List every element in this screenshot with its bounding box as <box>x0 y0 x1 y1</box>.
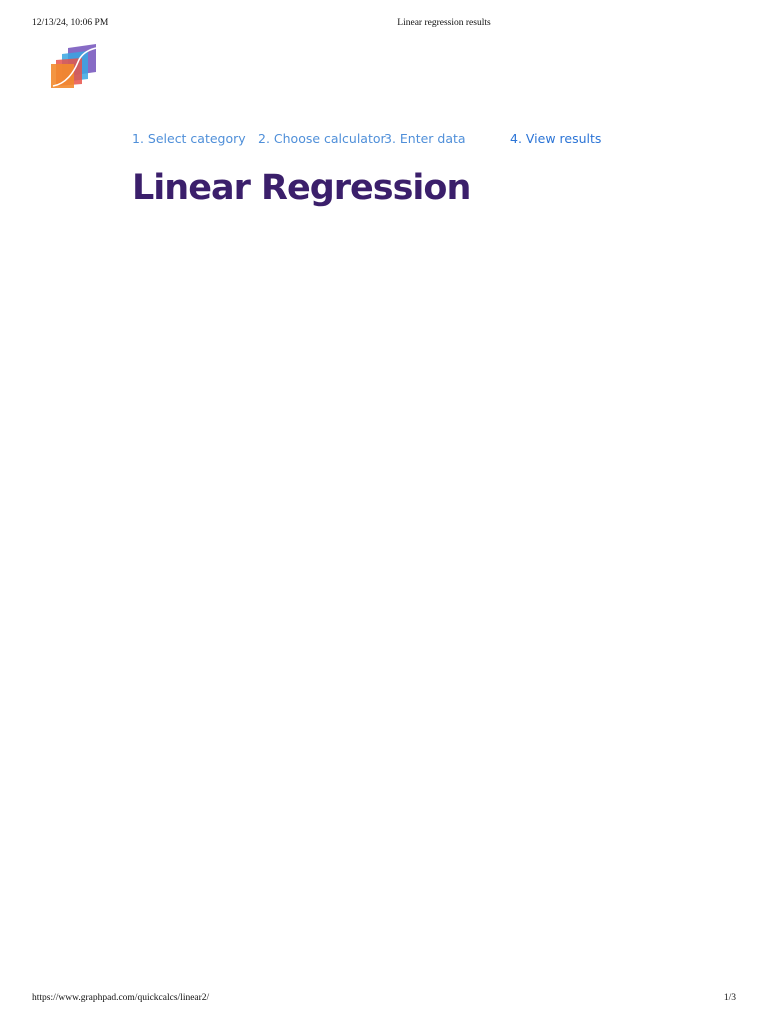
step-enter-data[interactable]: 3. Enter data <box>384 131 466 146</box>
page-title: Linear Regression <box>132 168 471 208</box>
step-view-results[interactable]: 4. View results <box>510 131 601 146</box>
print-url: https://www.graphpad.com/quickcalcs/line… <box>32 993 210 1003</box>
print-header: 12/13/24, 10:06 PM Linear regression res… <box>0 18 768 32</box>
wizard-steps: 1. Select category 2. Choose calculator … <box>0 131 768 151</box>
print-doc-title: Linear regression results <box>397 18 491 28</box>
step-select-category[interactable]: 1. Select category <box>132 131 246 146</box>
graphpad-logo-icon[interactable] <box>48 42 100 92</box>
print-page-number: 1/3 <box>723 993 736 1003</box>
step-choose-calculator[interactable]: 2. Choose calculator <box>258 131 386 146</box>
print-footer: https://www.graphpad.com/quickcalcs/line… <box>0 993 768 1007</box>
logo-graphic <box>51 44 97 88</box>
